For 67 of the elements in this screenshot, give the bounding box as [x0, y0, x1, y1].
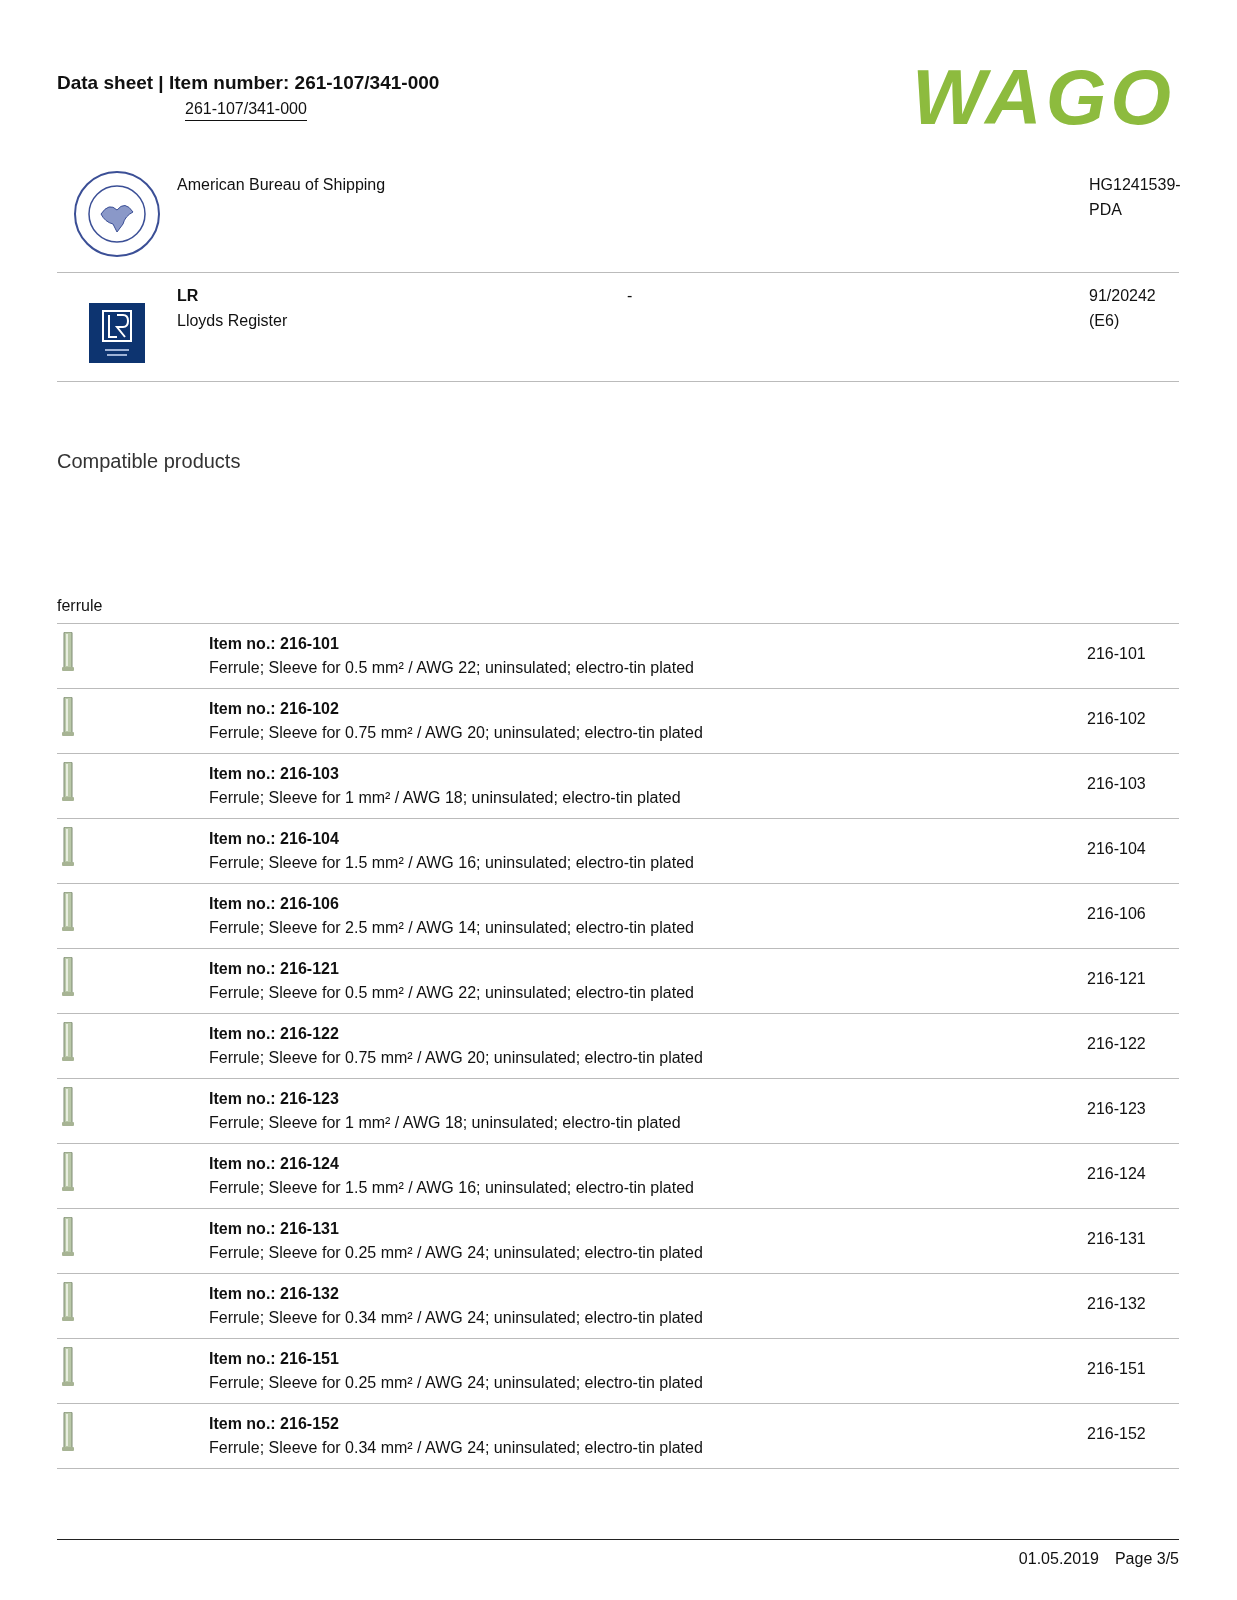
- item-description: Ferrule; Sleeve for 0.5 mm² / AWG 22; uninsulated; electro-tin plated: [209, 983, 695, 1003]
- item-description: Ferrule; Sleeve for 2.5 mm² / AWG 14; uninsulated; electro-tin plated: [209, 918, 695, 938]
- seal-logo-icon: [73, 170, 161, 258]
- section-title: Compatible products: [57, 450, 242, 473]
- item-code: 216-103: [1087, 775, 1146, 793]
- item-code: 216-132: [1087, 1295, 1146, 1313]
- item-number: Item no.: 216-151: [209, 1349, 340, 1369]
- item-description: Ferrule; Sleeve for 0.34 mm² / AWG 24; uninsulated; electro-tin plated: [209, 1438, 704, 1458]
- ferrule-icon: [61, 1152, 75, 1192]
- ferrule-icon: [61, 1282, 75, 1322]
- item-number: Item no.: 216-101: [209, 634, 340, 654]
- item-number: Item no.: 216-152: [209, 1414, 340, 1434]
- item-description: Ferrule; Sleeve for 1 mm² / AWG 18; uninsulated; electro-tin plated: [209, 788, 682, 808]
- approval-logo-icon: [89, 303, 145, 363]
- item-description: Ferrule; Sleeve for 0.25 mm² / AWG 24; uninsulated; electro-tin plated: [209, 1243, 704, 1263]
- item-code: 216-122: [1087, 1035, 1146, 1053]
- ferrule-icon: [61, 632, 75, 672]
- item-code: 216-152: [1087, 1425, 1146, 1443]
- ferrule-icon: [61, 1347, 75, 1387]
- ferrule-icon: [61, 1022, 75, 1062]
- footer-date: 01.05.2019: [1018, 1550, 1099, 1568]
- certifier-name: American Bureau of Shipping: [177, 175, 387, 195]
- certifier-code: LR: [177, 286, 200, 306]
- item-number: Item no.: 216-103: [209, 764, 340, 784]
- item-number: Item no.: 216-104: [209, 829, 340, 849]
- company-logo: WAGO: [912, 58, 1175, 143]
- item-code: 216-123: [1087, 1100, 1146, 1118]
- page-number: Page 3/5: [1114, 1550, 1179, 1568]
- item-code: 216-101: [1087, 645, 1146, 663]
- item-description: Ferrule; Sleeve for 0.5 mm² / AWG 22; uninsulated; electro-tin plated: [209, 658, 695, 678]
- item-number: Item no.: 216-124: [209, 1154, 340, 1174]
- ferrule-icon: [61, 1412, 75, 1452]
- item-description: Ferrule; Sleeve for 1.5 mm² / AWG 16; uninsulated; electro-tin plated: [209, 853, 695, 873]
- ferrule-icon: [61, 827, 75, 867]
- item-description: Ferrule; Sleeve for 0.25 mm² / AWG 24; uninsulated; electro-tin plated: [209, 1373, 704, 1393]
- certificate-note: -: [627, 287, 633, 304]
- item-number-link[interactable]: 261-107/341-000: [185, 100, 307, 121]
- ferrule-icon: [61, 892, 75, 932]
- item-code: 216-124: [1087, 1165, 1146, 1183]
- item-description: Ferrule; Sleeve for 0.34 mm² / AWG 24; uninsulated; electro-tin plated: [209, 1308, 704, 1328]
- ferrule-icon: [61, 762, 75, 802]
- ferrule-icon: [61, 957, 75, 997]
- ferrule-icon: [61, 1087, 75, 1127]
- certificate-number: 91/20242 (E6): [1089, 287, 1156, 329]
- item-description: Ferrule; Sleeve for 0.75 mm² / AWG 20; uninsulated; electro-tin plated: [209, 723, 704, 743]
- ferrule-icon: [61, 697, 75, 737]
- item-code: 216-121: [1087, 970, 1146, 988]
- ferrule-icon: [61, 1217, 75, 1257]
- item-code: 216-151: [1087, 1360, 1146, 1378]
- item-description: Ferrule; Sleeve for 1 mm² / AWG 18; uninsulated; electro-tin plated: [209, 1113, 682, 1133]
- item-code: 216-131: [1087, 1230, 1146, 1248]
- item-description: Ferrule; Sleeve for 1.5 mm² / AWG 16; uninsulated; electro-tin plated: [209, 1178, 695, 1198]
- group-label: ferrule: [57, 597, 1179, 624]
- item-description: Ferrule; Sleeve for 0.75 mm² / AWG 20; uninsulated; electro-tin plated: [209, 1048, 704, 1068]
- item-number: Item no.: 216-132: [209, 1284, 340, 1304]
- item-number: Item no.: 216-121: [209, 959, 340, 979]
- item-code: 216-104: [1087, 840, 1146, 858]
- item-number: Item no.: 216-106: [209, 894, 340, 914]
- item-number: Item no.: 216-131: [209, 1219, 340, 1239]
- item-number: Item no.: 216-122: [209, 1024, 340, 1044]
- item-code: 216-102: [1087, 710, 1146, 728]
- document-title: Data sheet | Item number: 261-107/341-000: [57, 72, 440, 94]
- certifier-name: Lloyds Register: [177, 311, 289, 331]
- item-number: Item no.: 216-123: [209, 1089, 340, 1109]
- item-number: Item no.: 216-102: [209, 699, 340, 719]
- certificate-number: HG1241539-PDA: [1089, 176, 1181, 218]
- item-code: 216-106: [1087, 905, 1146, 923]
